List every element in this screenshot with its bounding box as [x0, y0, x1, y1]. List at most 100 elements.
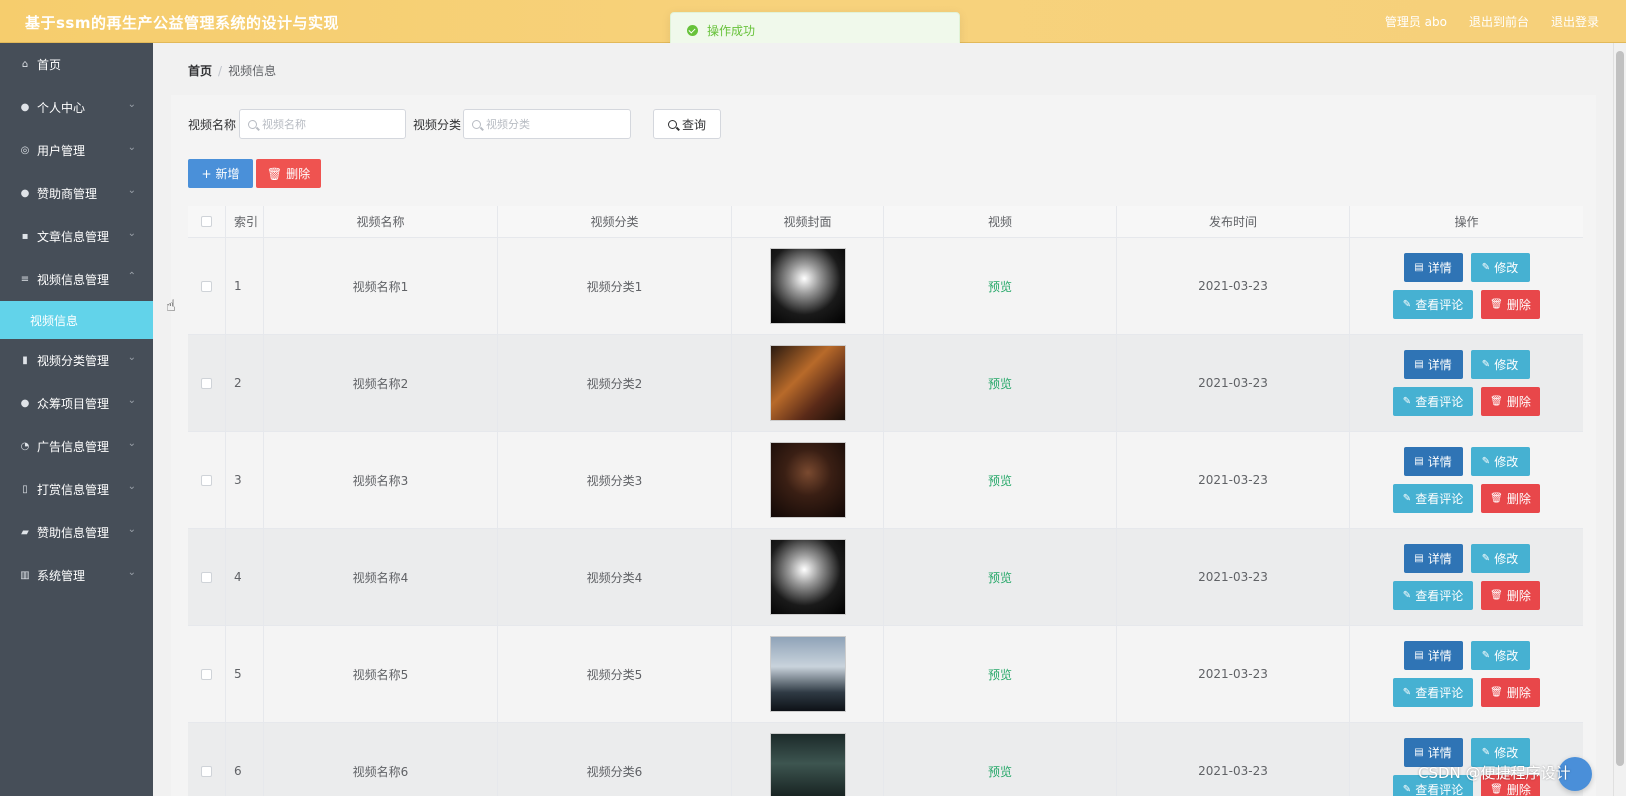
row-category: 视频分类5	[498, 626, 732, 722]
chevron-down-icon: ⌄	[127, 185, 136, 196]
delete-button[interactable]: 🗑 删除	[1481, 581, 1540, 610]
row-checkbox[interactable]	[201, 377, 212, 389]
sidebar-item-ads[interactable]: ◔ 广告信息管理 ⌄	[0, 425, 153, 468]
row-check-cell	[188, 432, 226, 528]
name-search-input[interactable]: 视频名称	[239, 109, 406, 139]
detail-label: 详情	[1427, 746, 1452, 760]
preview-link[interactable]: 预览	[988, 375, 1012, 392]
comments-label: 查看评论	[1415, 686, 1464, 700]
detail-button[interactable]: ▤ 详情	[1403, 641, 1463, 670]
scrollbar-thumb[interactable]	[1616, 51, 1624, 766]
select-all-checkbox[interactable]	[201, 216, 212, 227]
row-checkbox[interactable]	[201, 571, 212, 583]
breadcrumb-home[interactable]: 首页	[188, 64, 212, 78]
row-checkbox[interactable]	[201, 280, 212, 292]
page-scrollbar[interactable]	[1613, 43, 1626, 796]
preview-link[interactable]: 预览	[988, 569, 1012, 586]
category-search-input[interactable]: 视频分类	[463, 109, 631, 139]
delete-button[interactable]: 🗑 删除	[1481, 484, 1540, 513]
plus-icon: +	[201, 166, 212, 181]
row-checkbox[interactable]	[201, 474, 212, 486]
edit-button[interactable]: ✎ 修改	[1470, 447, 1530, 476]
edit-button[interactable]: ✎ 修改	[1470, 641, 1530, 670]
add-button[interactable]: + 新增	[188, 159, 253, 188]
preview-link[interactable]: 预览	[988, 472, 1012, 489]
goto-front-link[interactable]: 退出到前台	[1469, 13, 1529, 30]
chevron-down-icon: ⌄	[127, 352, 136, 363]
row-checkbox[interactable]	[201, 668, 212, 680]
breadcrumb: 首页 / 视频信息	[188, 62, 276, 79]
bulk-delete-button[interactable]: 🗑 删除	[256, 159, 321, 188]
sidebar-item-sponsorships[interactable]: ▰ 赞助信息管理 ⌄	[0, 511, 153, 554]
csdn-watermark: CSDN @便捷程序设计	[1418, 764, 1571, 782]
delete-button[interactable]: 🗑 删除	[1481, 387, 1540, 416]
preview-link[interactable]: 预览	[988, 278, 1012, 295]
preview-link[interactable]: 预览	[988, 763, 1012, 780]
doc-icon: ▤	[1414, 456, 1424, 467]
row-cover-cell	[732, 238, 884, 334]
detail-button[interactable]: ▤ 详情	[1403, 253, 1463, 282]
comments-button[interactable]: ✎ 查看评论	[1393, 387, 1473, 416]
header-check-cell	[188, 206, 226, 237]
edit-button[interactable]: ✎ 修改	[1470, 253, 1530, 282]
row-video-cell: 预览	[884, 723, 1117, 796]
sidebar-item-video-categories[interactable]: ▮ 视频分类管理 ⌄	[0, 339, 153, 382]
comments-button[interactable]: ✎ 查看评论	[1393, 290, 1473, 319]
sidebar-item-system[interactable]: ▥ 系统管理 ⌄	[0, 554, 153, 597]
edit-button[interactable]: ✎ 修改	[1470, 350, 1530, 379]
sidebar-item-articles[interactable]: ▪ 文章信息管理 ⌄	[0, 215, 153, 258]
row-check-cell	[188, 626, 226, 722]
table-row: 5 视频名称5 视频分类5 预览 2021-03-23 ▤ 详情 ✎ 修改 ✎ 查看评论…	[188, 626, 1583, 723]
edit-label: 修改	[1494, 261, 1519, 275]
chevron-down-icon: ⌄	[127, 142, 136, 153]
breadcrumb-current: 视频信息	[228, 64, 277, 78]
search-icon	[667, 119, 677, 129]
edit-button[interactable]: ✎ 修改	[1470, 544, 1530, 573]
row-name: 视频名称5	[264, 626, 498, 722]
pencil-icon: ✎	[1402, 590, 1412, 601]
detail-button[interactable]: ▤ 详情	[1403, 350, 1463, 379]
comments-button[interactable]: ✎ 查看评论	[1393, 484, 1473, 513]
row-name: 视频名称1	[264, 238, 498, 334]
sidebar-subitem-video-info[interactable]: 视频信息	[0, 301, 153, 339]
sidebar-item-label: 视频分类管理	[37, 354, 110, 368]
row-time: 2021-03-23	[1117, 335, 1350, 431]
sidebar-item-home[interactable]: ⌂ 首页	[0, 43, 153, 86]
sidebar: ⌂ 首页 ● 个人中心 ⌄ ◎ 用户管理 ⌄ ● 赞助商管理 ⌄ ▪ 文章信息管…	[0, 43, 153, 796]
comments-button[interactable]: ✎ 查看评论	[1393, 581, 1473, 610]
sidebar-item-users[interactable]: ◎ 用户管理 ⌄	[0, 129, 153, 172]
detail-button[interactable]: ▤ 详情	[1403, 447, 1463, 476]
chevron-up-icon: ⌃	[127, 271, 136, 282]
row-cover-cell	[732, 432, 884, 528]
preview-link[interactable]: 预览	[988, 666, 1012, 683]
search-icon	[248, 119, 257, 129]
sidebar-item-crowdfunding[interactable]: ● 众筹项目管理 ⌄	[0, 382, 153, 425]
name-search-placeholder: 视频名称	[262, 118, 306, 131]
sidebar-item-tips[interactable]: ▯ 打赏信息管理 ⌄	[0, 468, 153, 511]
row-category: 视频分类3	[498, 432, 732, 528]
query-button[interactable]: 查询	[653, 109, 721, 139]
logout-link[interactable]: 退出登录	[1551, 13, 1599, 30]
success-check-icon	[687, 24, 698, 36]
delete-button[interactable]: 🗑 删除	[1481, 678, 1540, 707]
trash-icon: 🗑	[266, 166, 283, 181]
delete-label: 删除	[1506, 298, 1531, 312]
sidebar-item-videos[interactable]: ≡ 视频信息管理 ⌃	[0, 258, 153, 301]
row-time: 2021-03-23	[1117, 432, 1350, 528]
comments-button[interactable]: ✎ 查看评论	[1393, 678, 1473, 707]
sidebar-item-profile[interactable]: ● 个人中心 ⌄	[0, 86, 153, 129]
trash-icon: 🗑	[1490, 687, 1503, 698]
pencil-icon: ✎	[1481, 456, 1491, 467]
sidebar-item-label: 赞助信息管理	[37, 526, 110, 540]
detail-button[interactable]: ▤ 详情	[1403, 544, 1463, 573]
bar-chart-icon: ▥	[20, 570, 30, 581]
row-checkbox[interactable]	[201, 765, 212, 777]
sidebar-item-label: 文章信息管理	[37, 230, 110, 244]
delete-label: 删除	[1506, 492, 1531, 506]
row-check-cell	[188, 335, 226, 431]
delete-button[interactable]: 🗑 删除	[1481, 290, 1540, 319]
hand-cursor-icon: ☝	[166, 296, 176, 315]
sidebar-item-sponsors[interactable]: ● 赞助商管理 ⌄	[0, 172, 153, 215]
video-cover-image	[769, 345, 846, 421]
sidebar-item-label: 用户管理	[37, 144, 86, 158]
